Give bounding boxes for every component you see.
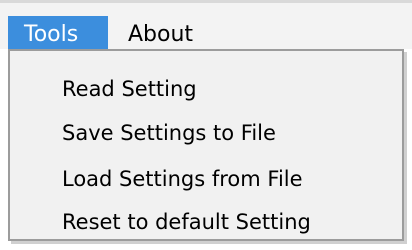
menu-item-load-settings-from-file[interactable]: Load Settings from File — [62, 159, 303, 199]
menu-bar: Tools About — [0, 3, 412, 53]
menu-about[interactable]: About — [108, 16, 218, 53]
menu-tools[interactable]: Tools — [8, 16, 108, 53]
application-window: Tools About Read Setting Save Settings t… — [0, 0, 412, 250]
menu-item-read-setting[interactable]: Read Setting — [62, 69, 197, 109]
menu-item-reset-to-default-setting[interactable]: Reset to default Setting — [62, 202, 311, 242]
menu-item-save-settings-to-file[interactable]: Save Settings to File — [62, 113, 276, 153]
tools-dropdown-menu: Read Setting Save Settings to File Load … — [8, 49, 404, 241]
